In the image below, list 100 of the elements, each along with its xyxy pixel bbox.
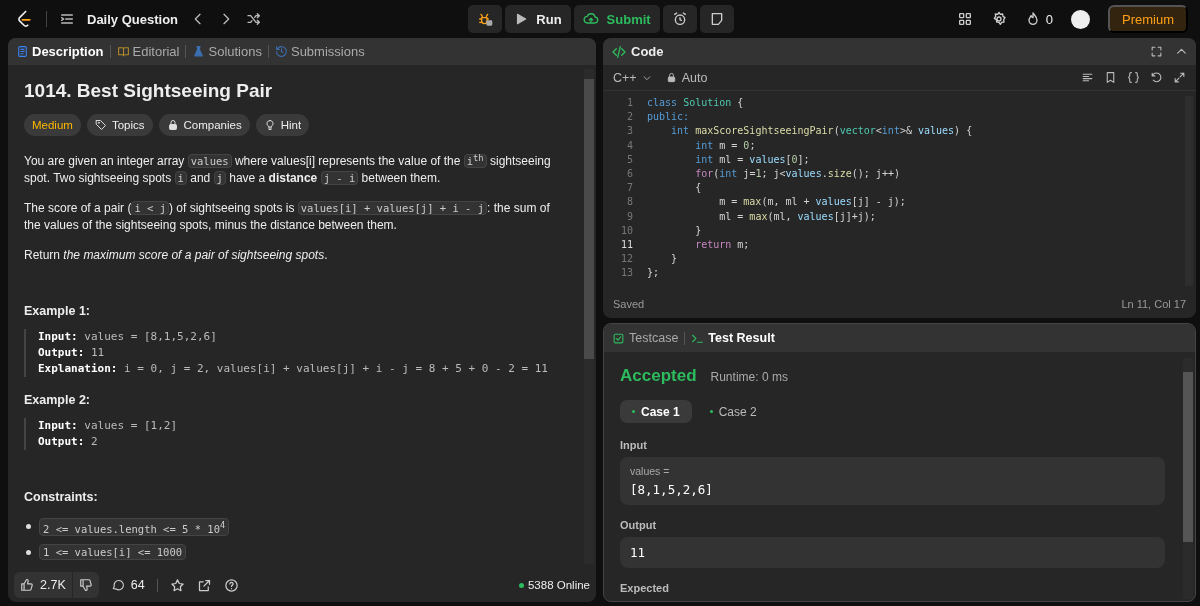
topics-button[interactable]: Topics (86, 114, 153, 136)
panel-tab[interactable]: Submissions (272, 44, 367, 59)
expand-icon[interactable] (1173, 71, 1186, 84)
problem-list-icon[interactable] (59, 11, 75, 27)
code-line: { (694, 181, 703, 196)
code-line: public: (647, 110, 691, 125)
align-left-icon[interactable] (1081, 71, 1094, 84)
line-number: 9 (625, 209, 633, 224)
submit-button[interactable]: Submit (573, 5, 660, 33)
comment-icon (110, 578, 125, 592)
bug-lock-icon (477, 11, 494, 27)
section-label: Expected (620, 582, 670, 594)
case-tab[interactable]: Case 2 (697, 400, 769, 423)
verdict: Accepted (620, 366, 697, 386)
document-icon (16, 45, 29, 58)
description-paragraph: Return the maximum score of a pair of sightseeing spots. (24, 246, 329, 264)
checkbox-icon (612, 331, 625, 345)
line-number: 7 (625, 181, 633, 196)
difficulty-tag: Medium (24, 114, 81, 136)
layout-grid-icon[interactable] (956, 11, 973, 27)
constraint-text: 1 <= values[i] <= 1000 (39, 544, 187, 560)
constraint-text: 2 <= values.length <= 5 * 10$^{4}$ (39, 517, 230, 536)
lock-icon (665, 72, 677, 83)
example-heading: Example 2: (24, 392, 91, 407)
code-icon (611, 43, 627, 60)
section-label: Output (620, 519, 658, 531)
line-number: 2 (625, 110, 633, 125)
play-icon (514, 12, 529, 26)
panel-tab[interactable]: Test Result (691, 331, 775, 345)
avatar[interactable] (1071, 9, 1090, 29)
scrollbar[interactable] (584, 69, 594, 564)
online-count: 5388 Online (518, 579, 590, 591)
example-block: Input: values = [8,1,5,2,6] Output: 11 Explanation: i = 0, j = 2, values[i] + values[j] + i - j = 8 + 5 + 0 - 2 = 11 (24, 328, 548, 377)
lightbulb-icon (263, 119, 276, 131)
auto-mode-toggle[interactable]: Auto (665, 70, 708, 85)
line-number: 1 (625, 96, 633, 110)
line-number: 10 (619, 223, 633, 238)
bullet-icon (26, 549, 31, 555)
timer-button[interactable] (662, 5, 697, 33)
braces-icon[interactable] (1127, 71, 1140, 84)
reset-icon[interactable] (1150, 71, 1163, 84)
code-line: int m = 0; (694, 138, 757, 153)
line-number: 8 (625, 195, 633, 210)
bullet-icon (26, 524, 31, 530)
section-label: Input (620, 439, 648, 451)
panel-tab[interactable]: Solutions (190, 44, 264, 59)
panel-tab[interactable]: Testcase (612, 331, 679, 345)
history-icon (274, 45, 288, 58)
shuffle-icon[interactable] (246, 11, 263, 27)
book-icon (116, 45, 130, 58)
scrollbar[interactable] (1183, 358, 1193, 599)
companies-button[interactable]: Companies (158, 114, 250, 136)
description-paragraph: The score of a pair ( i < j ) of sightseeing spots is values[i] + values[j] + i - j : the sum of the values of the sightseeing spots, minus the distance between them. (24, 199, 551, 234)
variable-value: 11 (630, 545, 647, 560)
thumbs-up-icon (20, 578, 34, 592)
star-icon[interactable] (169, 577, 185, 593)
problem-title: 1014. Best Sightseeing Pair (24, 79, 274, 103)
code-line: int maxScoreSightseeingPair(vector<int>& values) { (670, 124, 974, 139)
code-line: m = max(m, ml + values[j] - j); (718, 195, 907, 210)
tag-icon (94, 119, 107, 131)
debugger-button[interactable] (468, 5, 503, 33)
save-status: Saved (613, 298, 645, 310)
page-title[interactable]: Daily Question (87, 11, 179, 27)
constraints-heading: Constraints: (24, 489, 99, 504)
bookmark-icon[interactable] (1104, 71, 1117, 84)
run-button[interactable]: Run (505, 5, 571, 33)
flask-icon (192, 45, 206, 58)
code-line: } (670, 252, 679, 267)
hint-button[interactable]: Hint (255, 114, 310, 136)
panel-title: Code (631, 44, 664, 59)
description-paragraph: You are given an integer array values where values[i] represents the value of the i$^{th}$ sightseeing spot. Two sightseeing spots i and j have a distance j - i between them. (24, 151, 552, 187)
code-line: } (694, 223, 703, 238)
code-line: for(int j=1; j<values.size(); j++) (694, 167, 901, 181)
streak-counter[interactable]: 0 (1024, 11, 1053, 27)
thumbs-down-icon (78, 578, 93, 592)
line-number: 5 (625, 152, 633, 167)
cloud-upload-icon (582, 11, 599, 27)
example-block: Input: values = [1,2] Output: 2 (24, 417, 178, 450)
example-heading: Example 1: (24, 303, 91, 318)
fullscreen-icon[interactable] (1150, 45, 1163, 58)
line-number: 13 (619, 266, 633, 281)
note-button[interactable] (699, 5, 734, 33)
panel-tab[interactable]: Description (14, 44, 106, 59)
case-tab[interactable]: Case 1 (620, 400, 692, 423)
premium-button[interactable]: Premium (1108, 5, 1188, 33)
code-line: int ml = values[0]; (694, 152, 811, 167)
line-number: 11 (619, 238, 633, 253)
line-number: 6 (625, 167, 633, 181)
help-icon[interactable] (223, 577, 239, 593)
cursor-position: Ln 11, Col 17 (1121, 298, 1186, 310)
share-icon[interactable] (196, 577, 212, 593)
panel-tab[interactable]: Editorial (114, 44, 182, 59)
line-number: 12 (619, 252, 633, 267)
line-number: 3 (625, 124, 633, 139)
code-line: return m; (694, 238, 751, 253)
comments-button[interactable]: 64 (110, 578, 145, 592)
language-dropdown[interactable]: C++ (613, 70, 652, 85)
runtime: Runtime: 0 ms (710, 370, 788, 384)
code-line: }; (647, 266, 661, 281)
alarm-clock-icon (671, 11, 688, 27)
